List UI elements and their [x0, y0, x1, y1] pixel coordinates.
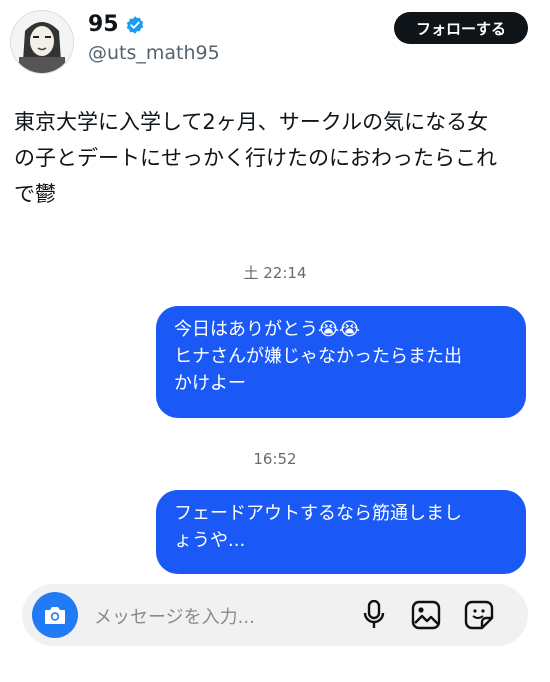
message-composer[interactable]: メッセージを入力...: [22, 584, 528, 646]
message-line: ヒナさんが嫌じゃなかったらまた出: [174, 346, 462, 367]
display-name-text: 95: [88, 12, 119, 37]
tweet-line: で鬱: [14, 182, 56, 206]
avatar[interactable]: [10, 10, 74, 74]
sticker-icon: [464, 600, 494, 630]
microphone-icon: [363, 600, 385, 628]
sent-message-bubble[interactable]: 今日はありがとう😭😭 ヒナさんが嫌じゃなかったらまた出 かけよー: [156, 306, 526, 418]
camera-button[interactable]: [32, 592, 78, 638]
message-timestamp: 土 22:14: [243, 264, 307, 282]
avatar-image: [11, 11, 73, 73]
camera-icon: [45, 607, 65, 624]
follow-button[interactable]: フォローする: [394, 12, 528, 44]
gallery-button[interactable]: [409, 598, 443, 632]
user-handle[interactable]: @uts_math95: [88, 42, 220, 64]
tweet-line: 東京大学に入学して2ヶ月、サークルの気になる女: [14, 110, 489, 134]
message-input[interactable]: メッセージを入力...: [94, 603, 255, 629]
message-line: 今日はありがとう😭😭: [174, 319, 361, 340]
microphone-button[interactable]: [357, 598, 391, 632]
verified-badge-icon: [126, 15, 143, 34]
tweet-line: の子とデートにせっかく行けたのにおわったらこれ: [14, 146, 497, 170]
message-line: かけよー: [174, 373, 246, 394]
image-icon: [411, 600, 441, 630]
sticker-button[interactable]: [462, 598, 496, 632]
message-timestamp: 16:52: [253, 450, 297, 468]
display-name[interactable]: 95: [88, 12, 145, 37]
message-line: ょうや...: [174, 530, 246, 551]
message-line: フェードアウトするなら筋通しまし: [174, 503, 462, 524]
tweet-text: 東京大学に入学して2ヶ月、サークルの気になる女 の子とデートにせっかく行けたのに…: [14, 104, 538, 212]
sent-message-bubble[interactable]: フェードアウトするなら筋通しまし ょうや...: [156, 490, 526, 574]
